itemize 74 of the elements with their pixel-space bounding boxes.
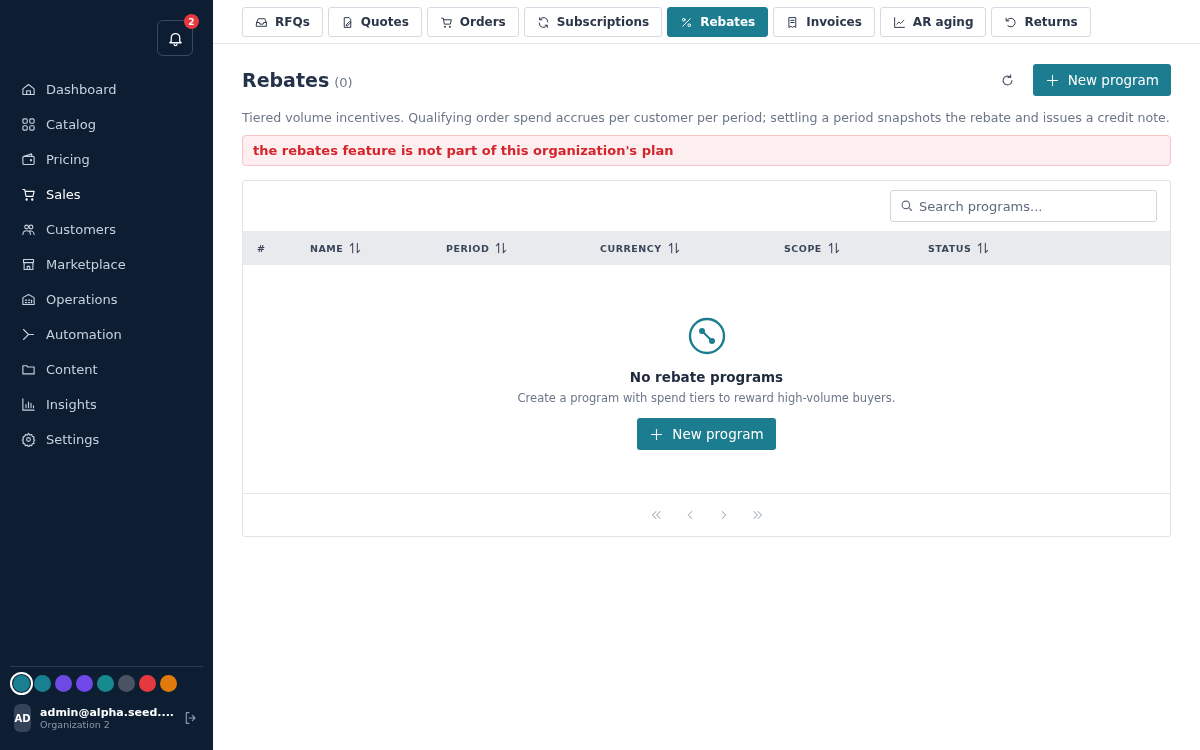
empty-state-text: Create a program with spend tiers to reward high-volume buyers. <box>517 391 896 405</box>
nav-item[interactable]: Automation <box>10 319 203 350</box>
column-header[interactable]: PERIOD <box>446 242 490 254</box>
tab[interactable]: Rebates <box>667 7 769 37</box>
gear-icon <box>21 432 36 447</box>
inbox-icon <box>255 15 268 29</box>
theme-swatch[interactable] <box>76 675 93 692</box>
users-icon <box>21 222 36 237</box>
column-header[interactable]: STATUS <box>928 242 972 254</box>
page-title: Rebates <box>242 69 330 91</box>
sort-icon <box>494 241 509 255</box>
tab[interactable]: RFQs <box>242 7 323 37</box>
bar-chart-icon <box>21 397 36 412</box>
plus-icon <box>649 426 665 442</box>
user-email: admin@alpha.seed.... <box>40 706 174 719</box>
nav-item[interactable]: Sales <box>10 179 203 210</box>
user-avatar: AD <box>14 704 32 732</box>
tab[interactable]: Invoices <box>773 7 875 37</box>
page-description: Tiered volume incentives. Qualifying order spend accrues per customer per period; settling a period snapshots the rebate and issues a credit note. <box>242 110 1171 125</box>
theme-swatch[interactable] <box>55 675 72 692</box>
nav-item[interactable]: Operations <box>10 284 203 315</box>
program-count: (0) <box>334 75 353 90</box>
new-program-button[interactable]: New program <box>637 418 776 450</box>
nav-item[interactable]: Content <box>10 354 203 385</box>
sort-icon <box>826 241 841 255</box>
column-header[interactable]: SCOPE <box>784 242 822 254</box>
tab[interactable]: AR aging <box>879 7 987 37</box>
theme-swatch[interactable] <box>97 675 114 692</box>
refresh-icon <box>536 15 550 29</box>
nav-item[interactable]: Settings <box>10 424 203 455</box>
empty-state-title: No rebate programs <box>629 369 784 385</box>
sort-icon <box>348 241 363 255</box>
double-chevron-right-icon <box>750 508 765 522</box>
tab[interactable]: Subscriptions <box>523 7 663 37</box>
theme-swatch[interactable] <box>13 675 30 692</box>
column-header: # <box>257 242 266 254</box>
nav-item[interactable]: Pricing <box>10 144 203 175</box>
cart-icon <box>21 187 36 202</box>
undo-icon <box>1004 15 1018 29</box>
nav-item[interactable]: Catalog <box>10 109 203 140</box>
search-icon <box>899 198 914 213</box>
home-icon <box>21 82 36 97</box>
sort-icon <box>666 241 681 255</box>
building-icon <box>21 292 36 307</box>
plus-icon <box>1044 72 1060 88</box>
search-field[interactable]: Search programs... <box>890 190 1157 222</box>
error-banner: the rebates feature is not part of this organization's plan <box>242 135 1171 166</box>
tab[interactable]: Orders <box>426 7 519 37</box>
grid-icon <box>21 117 36 132</box>
notification-count: 2 <box>184 14 199 29</box>
nav-item[interactable]: Marketplace <box>10 249 203 280</box>
nav-item[interactable]: Dashboard <box>10 74 203 105</box>
theme-swatch[interactable] <box>34 675 51 692</box>
organization-name: Organization 2 <box>40 719 111 730</box>
flow-icon <box>21 327 36 342</box>
refresh-icon <box>999 72 1015 88</box>
trend-icon <box>892 15 906 29</box>
nav-item[interactable]: Insights <box>10 389 203 420</box>
sort-icon <box>976 241 991 255</box>
folder-icon <box>21 362 36 377</box>
theme-swatch[interactable] <box>160 675 177 692</box>
tab[interactable]: Returns <box>991 7 1091 37</box>
theme-swatch[interactable] <box>139 675 156 692</box>
percent-icon <box>680 15 694 29</box>
column-header[interactable]: CURRENCY <box>600 242 662 254</box>
tab[interactable]: Quotes <box>327 7 422 37</box>
nav-item[interactable]: Customers <box>10 214 203 245</box>
new-program-button[interactable]: New program <box>1032 64 1171 96</box>
empty-state-icon <box>687 317 726 355</box>
theme-swatch[interactable] <box>118 675 135 692</box>
column-header[interactable]: NAME <box>310 242 344 254</box>
wallet-icon <box>21 152 36 167</box>
store-icon <box>21 257 36 272</box>
cart-icon <box>439 15 453 29</box>
